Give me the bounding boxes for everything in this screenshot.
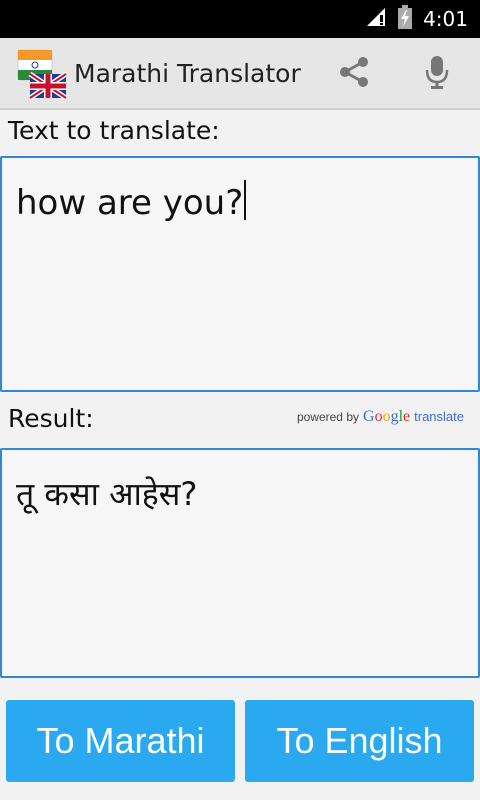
result-label: Result: <box>8 404 94 433</box>
microphone-button[interactable] <box>415 52 459 96</box>
app-title: Marathi Translator <box>74 59 301 88</box>
google-logo-letter: G <box>363 408 375 425</box>
status-bar: 4:01 <box>0 0 480 38</box>
status-icons: 4:01 <box>365 4 468 34</box>
powered-by-text: powered by <box>296 410 359 424</box>
translate-input[interactable]: how are you? <box>0 156 480 392</box>
battery-charging-icon <box>397 4 413 34</box>
google-logo-letter: o <box>382 408 391 425</box>
status-time: 4:01 <box>423 7 468 31</box>
input-value: how are you? <box>16 183 244 223</box>
to-english-button[interactable]: To English <box>245 700 474 782</box>
input-label: Text to translate: <box>8 116 220 145</box>
india-uk-flags-icon[interactable] <box>16 48 68 101</box>
signal-icon <box>365 6 387 32</box>
share-icon <box>336 54 372 94</box>
result-output[interactable]: तू कसा आहेस? <box>0 448 480 678</box>
google-logo: Google <box>363 408 410 426</box>
action-bar: Marathi Translator <box>0 38 480 110</box>
google-logo-letter: g <box>390 408 399 425</box>
text-cursor <box>244 180 247 220</box>
share-button[interactable] <box>332 52 376 96</box>
translate-input-text[interactable]: how are you? <box>16 180 247 223</box>
translate-word: translate <box>414 409 464 424</box>
google-logo-letter: o <box>374 408 383 425</box>
to-marathi-button[interactable]: To Marathi <box>6 700 235 782</box>
microphone-icon <box>422 54 452 94</box>
result-text: तू कसा आहेस? <box>16 475 198 513</box>
google-logo-letter: e <box>403 408 411 425</box>
google-translate-attribution: powered by Google translate <box>297 408 464 430</box>
